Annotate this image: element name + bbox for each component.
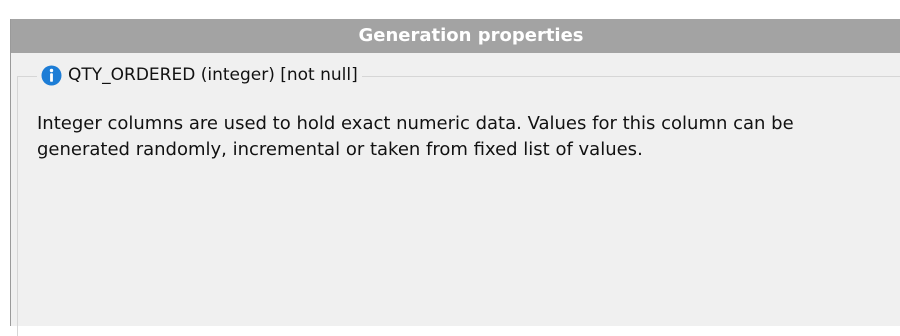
generation-properties-window: Generation properties QTY_ORDERED (integ… xyxy=(0,0,900,336)
info-icon xyxy=(41,65,62,86)
column-label: QTY_ORDERED (integer) [not null] xyxy=(68,65,358,85)
column-legend: QTY_ORDERED (integer) [not null] xyxy=(37,60,362,90)
column-description: Integer columns are used to hold exact n… xyxy=(37,113,794,160)
panel-header: Generation properties xyxy=(11,19,900,53)
generation-properties-panel: Generation properties QTY_ORDERED (integ… xyxy=(10,19,900,336)
